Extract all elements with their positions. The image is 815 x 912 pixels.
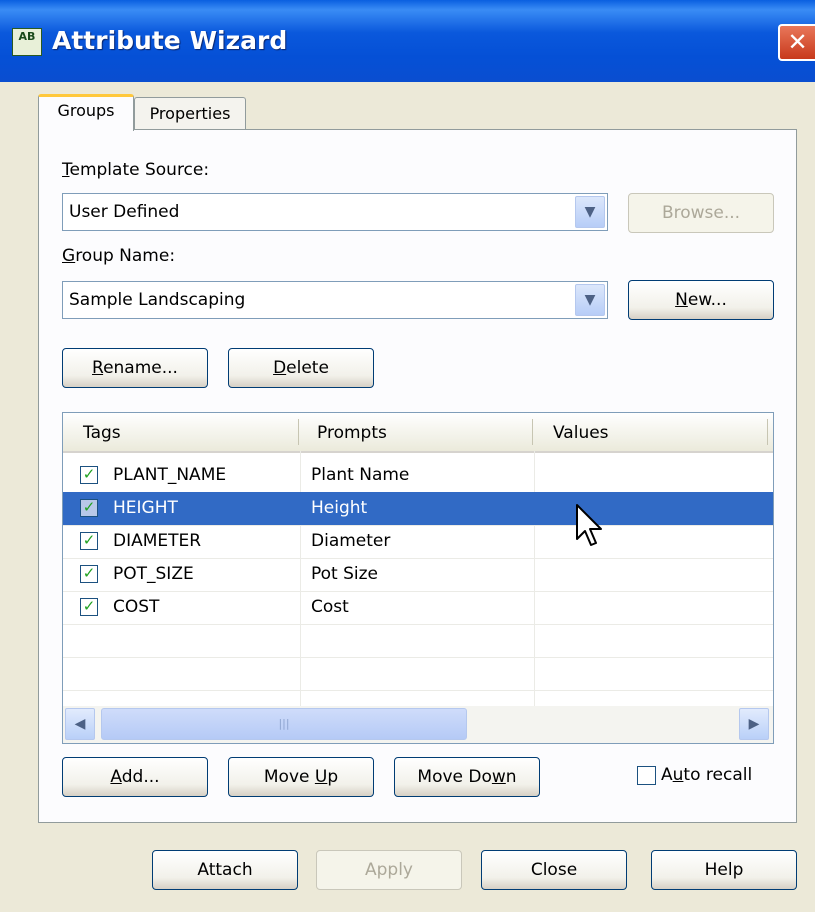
window-title: Attribute Wizard <box>52 26 288 55</box>
group-name-select[interactable]: Sample Landscaping ▼ <box>62 281 608 319</box>
row-checkbox[interactable]: ✓ <box>80 532 98 550</box>
scroll-right-icon[interactable]: ▶ <box>739 708 769 740</box>
rename-button[interactable]: Rename... <box>62 348 208 388</box>
prompt-cell: Pot Size <box>311 564 379 584</box>
tag-cell: PLANT_NAME <box>113 465 227 485</box>
tag-cell: COST <box>113 597 160 617</box>
new-group-button[interactable]: New... <box>628 280 774 320</box>
tab-properties[interactable]: Properties <box>134 97 246 131</box>
app-icon: AB <box>12 28 42 56</box>
table-row[interactable]: ✓ PLANT_NAME Plant Name <box>63 459 773 493</box>
row-checkbox[interactable]: ✓ <box>80 499 98 517</box>
tag-cell: DIAMETER <box>113 531 202 551</box>
prompt-cell: Cost <box>311 597 349 617</box>
close-button[interactable]: Close <box>481 850 627 890</box>
template-source-value: User Defined <box>69 202 180 222</box>
close-icon[interactable]: ✕ <box>778 24 815 61</box>
table-row[interactable]: ✓ POT_SIZE Pot Size <box>63 558 773 592</box>
browse-button[interactable]: Browse... <box>628 193 774 233</box>
prompt-cell: Plant Name <box>311 465 410 485</box>
column-divider[interactable] <box>767 419 768 445</box>
template-source-label: Template Source: <box>62 160 210 180</box>
auto-recall-label[interactable]: Auto recall <box>661 765 752 785</box>
table-row[interactable]: ✓ DIAMETER Diameter <box>63 525 773 559</box>
tab-groups[interactable]: Groups <box>38 94 134 131</box>
table-row[interactable]: ✓ COST Cost <box>63 591 773 625</box>
scroll-left-icon[interactable]: ◀ <box>65 708 95 740</box>
move-down-button[interactable]: Move Down <box>394 757 540 797</box>
tag-cell: POT_SIZE <box>113 564 194 584</box>
group-name-label: Group Name: <box>62 246 176 266</box>
row-checkbox[interactable]: ✓ <box>80 565 98 583</box>
delete-button[interactable]: Delete <box>228 348 374 388</box>
column-header-tags[interactable]: Tags <box>83 423 121 443</box>
scrollbar-thumb[interactable]: ||| <box>101 708 467 740</box>
mouse-pointer-icon <box>576 504 602 546</box>
help-button[interactable]: Help <box>651 850 797 890</box>
add-button[interactable]: Add... <box>62 757 208 797</box>
chevron-down-icon[interactable]: ▼ <box>575 284 605 316</box>
column-divider[interactable] <box>532 419 533 445</box>
row-checkbox[interactable]: ✓ <box>80 466 98 484</box>
table-row-empty <box>63 657 773 691</box>
attribute-wizard-dialog: AB Attribute Wizard ✕ Groups Properties … <box>0 0 815 912</box>
row-checkbox[interactable]: ✓ <box>80 598 98 616</box>
apply-button[interactable]: Apply <box>316 850 462 890</box>
column-header-values[interactable]: Values <box>553 423 609 443</box>
group-name-value: Sample Landscaping <box>69 290 246 310</box>
auto-recall-checkbox[interactable] <box>637 766 656 785</box>
horizontal-scrollbar[interactable]: ◀ ||| ▶ <box>63 706 773 743</box>
table-header: Tags Prompts Values <box>63 413 773 453</box>
column-header-prompts[interactable]: Prompts <box>317 423 387 443</box>
chevron-down-icon[interactable]: ▼ <box>575 196 605 228</box>
prompt-cell: Diameter <box>311 531 391 551</box>
prompt-cell: Height <box>311 498 368 518</box>
move-up-button[interactable]: Move Up <box>228 757 374 797</box>
table-row-empty <box>63 624 773 658</box>
template-source-select[interactable]: User Defined ▼ <box>62 193 608 231</box>
title-bar[interactable]: AB Attribute Wizard ✕ <box>0 0 815 82</box>
attribute-table[interactable]: Tags Prompts Values ✓ PLANT_NAME Plant N… <box>62 412 774 744</box>
table-row-selected[interactable]: ✓ HEIGHT Height <box>63 492 773 526</box>
column-divider[interactable] <box>298 419 299 445</box>
tag-cell: HEIGHT <box>113 498 178 518</box>
attach-button[interactable]: Attach <box>152 850 298 890</box>
